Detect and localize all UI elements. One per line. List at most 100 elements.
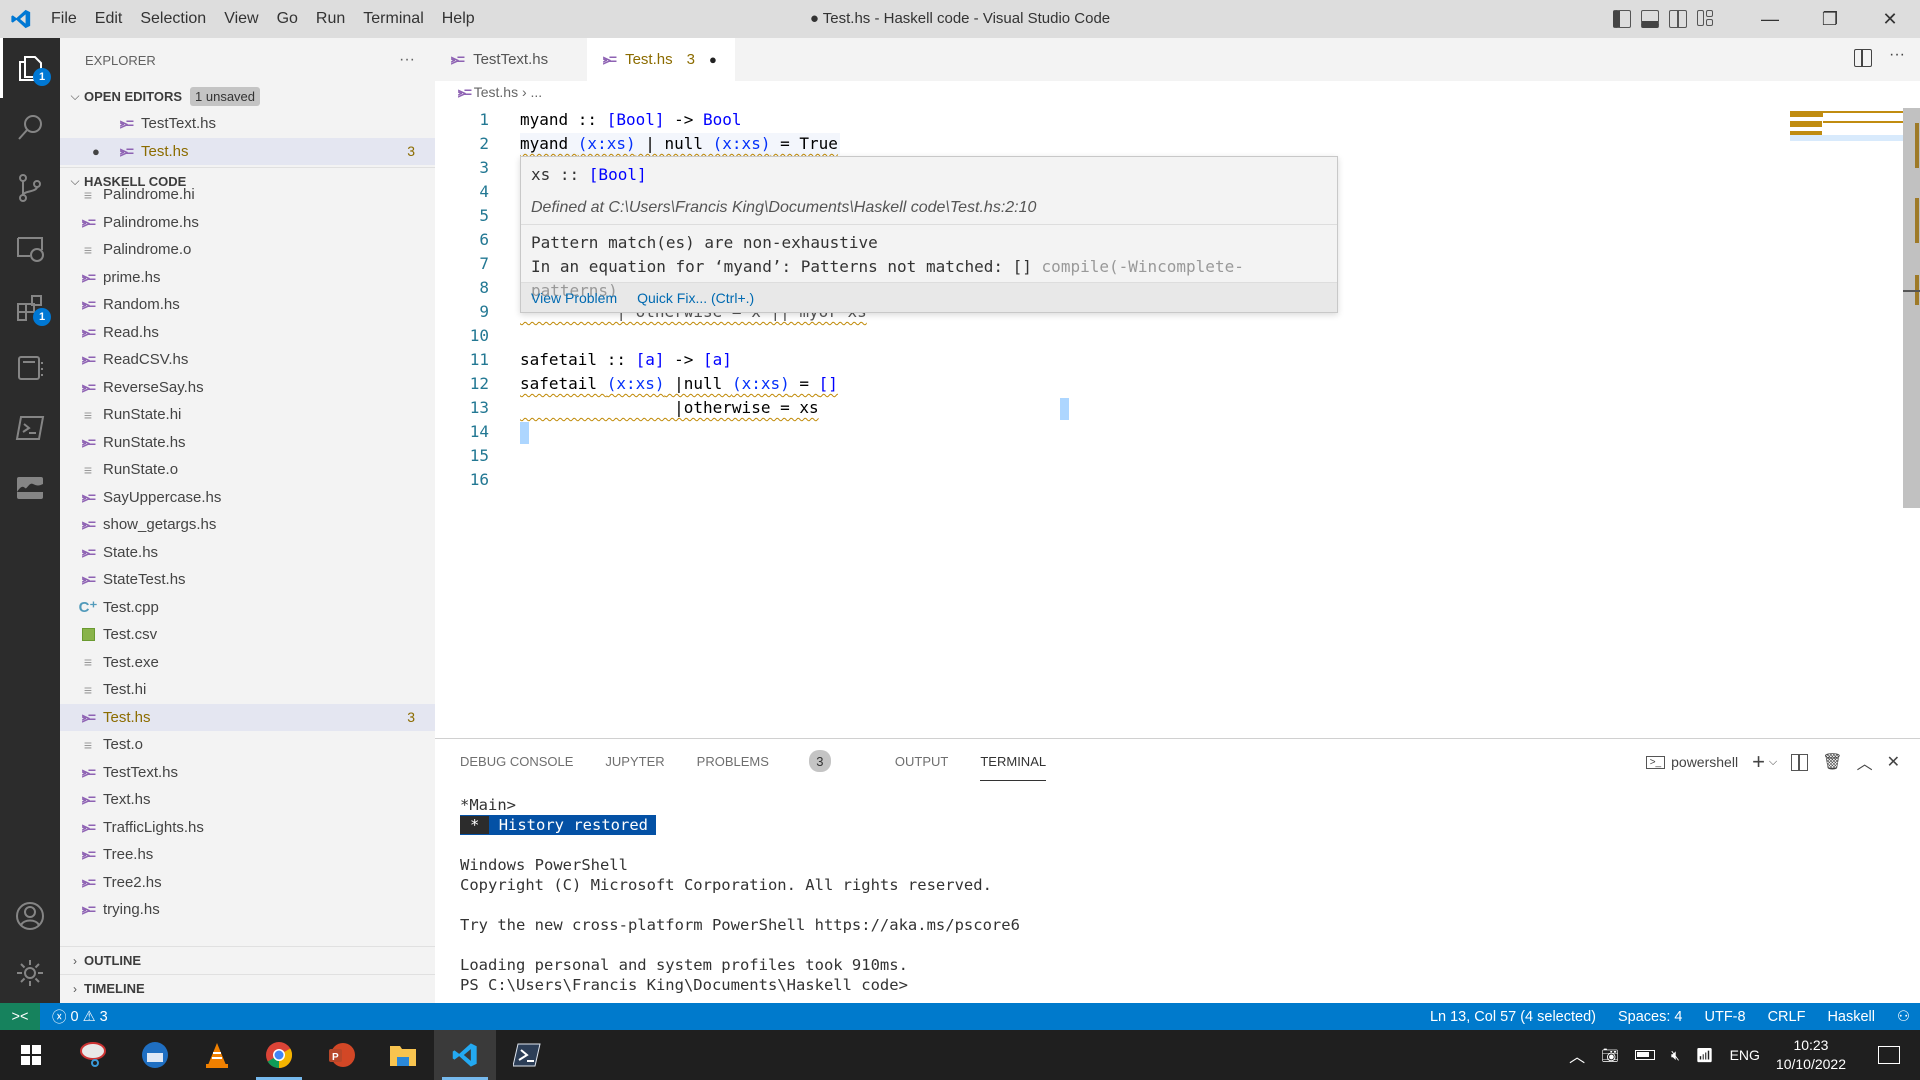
menu-edit[interactable]: Edit [86, 0, 132, 38]
split-editor-icon[interactable] [1854, 49, 1872, 67]
file-tree-item[interactable]: ⪢= Tree2.hs [60, 869, 435, 897]
chrome-app[interactable] [248, 1030, 310, 1080]
extensions-button[interactable]: 1 [0, 278, 60, 338]
file-tree-item[interactable]: ⪢= prime.hs [60, 264, 435, 292]
timeline-header[interactable]: › TIMELINE [60, 974, 435, 1002]
file-tree-item[interactable]: ≡ Test.hi [60, 676, 435, 704]
file-tree-item[interactable]: ≡ Palindrome.o [60, 236, 435, 264]
unsaved-dot-icon[interactable]: ● [92, 144, 115, 159]
quick-fix-link[interactable]: Quick Fix... (Ctrl+.) [637, 290, 754, 306]
tab-debug-console[interactable]: DEBUG CONSOLE [460, 754, 573, 769]
notebook-button[interactable] [0, 338, 60, 398]
clock[interactable]: 10:23 10/10/2022 [1776, 1036, 1846, 1074]
menu-run[interactable]: Run [307, 0, 354, 38]
file-tree-item[interactable]: ≡ Test.o [60, 731, 435, 759]
menu-selection[interactable]: Selection [131, 0, 215, 38]
file-explorer-app[interactable] [372, 1030, 434, 1080]
tab-terminal[interactable]: TERMINAL [980, 754, 1046, 781]
wifi-icon[interactable]: 📶︎ [1696, 1047, 1714, 1064]
breadcrumb-symbol[interactable]: ... [531, 84, 543, 100]
problems-status[interactable]: ⓧ 0 ⚠ 3 [52, 1006, 108, 1027]
file-tree-item[interactable]: ⪢= Test.hs 3 [60, 703, 435, 731]
file-tree-item[interactable]: ⪢= Palindrome.hs [60, 209, 435, 237]
file-tree-item[interactable]: ⪢= TestText.hs [60, 759, 435, 787]
explorer-button[interactable]: 1 [0, 38, 60, 98]
source-control-button[interactable] [0, 158, 60, 218]
file-tree-item[interactable]: ⪢= State.hs [60, 539, 435, 567]
restore-button[interactable]: ❐ [1800, 0, 1860, 38]
file-tree-item[interactable]: ⪢= SayUppercase.hs [60, 484, 435, 512]
file-tree-item[interactable]: ⪢= trying.hs [60, 896, 435, 924]
vlc-app[interactable] [186, 1030, 248, 1080]
tab-testtext[interactable]: ⪢= TestText.hs [435, 38, 587, 81]
file-tree-item[interactable]: ⪢= show_getargs.hs [60, 511, 435, 539]
terminal-view-button[interactable] [0, 398, 60, 458]
editor-more-actions-icon[interactable]: ··· [1889, 46, 1905, 64]
file-tree-item[interactable]: ⪢= TrafficLights.hs [60, 814, 435, 842]
encoding[interactable]: UTF-8 [1704, 1009, 1745, 1025]
powerpoint-app[interactable]: P [310, 1030, 372, 1080]
minimap[interactable] [1790, 108, 1908, 141]
close-panel-icon[interactable]: ✕ [1887, 752, 1900, 772]
new-terminal-button[interactable]: + [1752, 749, 1765, 775]
tab-output[interactable]: OUTPUT [895, 754, 948, 769]
open-editor-item[interactable]: ● ⪢= Test.hs 3 [60, 137, 435, 165]
tab-jupyter[interactable]: JUPYTER [605, 754, 664, 769]
file-tree-item[interactable]: ≡ RunState.o [60, 456, 435, 484]
open-editor-item[interactable]: ⪢= TestText.hs [60, 110, 435, 138]
file-tree-item[interactable]: ⪢= RunState.hs [60, 429, 435, 457]
menu-help[interactable]: Help [433, 0, 484, 38]
trash-icon[interactable]: 🗑 [1822, 752, 1842, 772]
menu-view[interactable]: View [215, 0, 267, 38]
manage-button[interactable] [0, 943, 60, 1003]
vscode-app[interactable] [434, 1030, 496, 1080]
view-problem-link[interactable]: View Problem [531, 290, 617, 306]
snipping-tool-app[interactable] [62, 1030, 124, 1080]
start-button[interactable] [0, 1030, 62, 1080]
accounts-button[interactable] [0, 886, 60, 946]
remote-explorer-button[interactable] [0, 218, 60, 278]
notifications-icon[interactable] [1878, 1046, 1900, 1064]
editor-scrollbar[interactable] [1903, 108, 1920, 508]
toggle-secondary-sidebar-icon[interactable] [1669, 10, 1687, 28]
file-tree-item[interactable]: ⪢= StateTest.hs [60, 566, 435, 594]
file-tree-item[interactable]: ⪢= Text.hs [60, 786, 435, 814]
tab-problems[interactable]: PROBLEMS 3 [697, 750, 863, 772]
more-actions-button[interactable]: ··· [399, 51, 415, 69]
file-tree-item[interactable]: ⪢= ReverseSay.hs [60, 374, 435, 402]
minimize-button[interactable]: — [1740, 0, 1800, 38]
open-editors-header[interactable]: ⌵ OPEN EDITORS 1 unsaved [60, 82, 435, 110]
breadcrumb-file[interactable]: Test.hs [474, 84, 518, 100]
terminal-output[interactable]: *Main> * History restored Windows PowerS… [435, 783, 1920, 995]
battery-icon[interactable] [1634, 1050, 1655, 1060]
file-tree-item[interactable]: ⪢= Tree.hs [60, 841, 435, 869]
menu-file[interactable]: File [42, 0, 86, 38]
maximize-panel-icon[interactable]: ︿ [1857, 750, 1873, 774]
terminal-instance[interactable]: >_ powershell [1645, 754, 1738, 770]
toggle-primary-sidebar-icon[interactable] [1613, 10, 1631, 28]
file-tree-item[interactable]: ⪢= Random.hs [60, 291, 435, 319]
camera-icon[interactable]: 📷︎ [1601, 1047, 1619, 1064]
close-window-button[interactable]: ✕ [1860, 0, 1920, 38]
search-button[interactable] [0, 98, 60, 158]
unsaved-dot-icon[interactable]: ● [709, 52, 717, 67]
show-hidden-icons-icon[interactable]: ︿ [1569, 1043, 1585, 1067]
volume-muted-icon[interactable]: 🔇︎ [1671, 1047, 1680, 1064]
indentation[interactable]: Spaces: 4 [1618, 1009, 1683, 1025]
toggle-panel-icon[interactable] [1641, 10, 1659, 28]
menu-go[interactable]: Go [268, 0, 307, 38]
outline-header[interactable]: › OUTLINE [60, 946, 435, 974]
terminal-dropdown-icon[interactable]: ⌵ [1769, 756, 1777, 769]
cursor-position[interactable]: Ln 13, Col 57 (4 selected) [1430, 1009, 1596, 1025]
menu-terminal[interactable]: Terminal [354, 0, 432, 38]
file-tree-item[interactable]: ≡ Test.exe [60, 649, 435, 677]
split-terminal-icon[interactable] [1791, 753, 1809, 771]
file-tree-item[interactable]: ⪢= ReadCSV.hs [60, 346, 435, 374]
thunderbird-app[interactable] [124, 1030, 186, 1080]
tab-test[interactable]: ⪢= Test.hs 3 ● [587, 38, 735, 81]
ocaml-button[interactable] [0, 458, 60, 518]
file-tree-item[interactable]: C⁺ Test.cpp [60, 594, 435, 622]
file-tree-item[interactable]: ⪢= Read.hs [60, 319, 435, 347]
file-tree-item[interactable]: ≡ Palindrome.hi [60, 181, 435, 209]
powershell-app[interactable] [496, 1030, 558, 1080]
